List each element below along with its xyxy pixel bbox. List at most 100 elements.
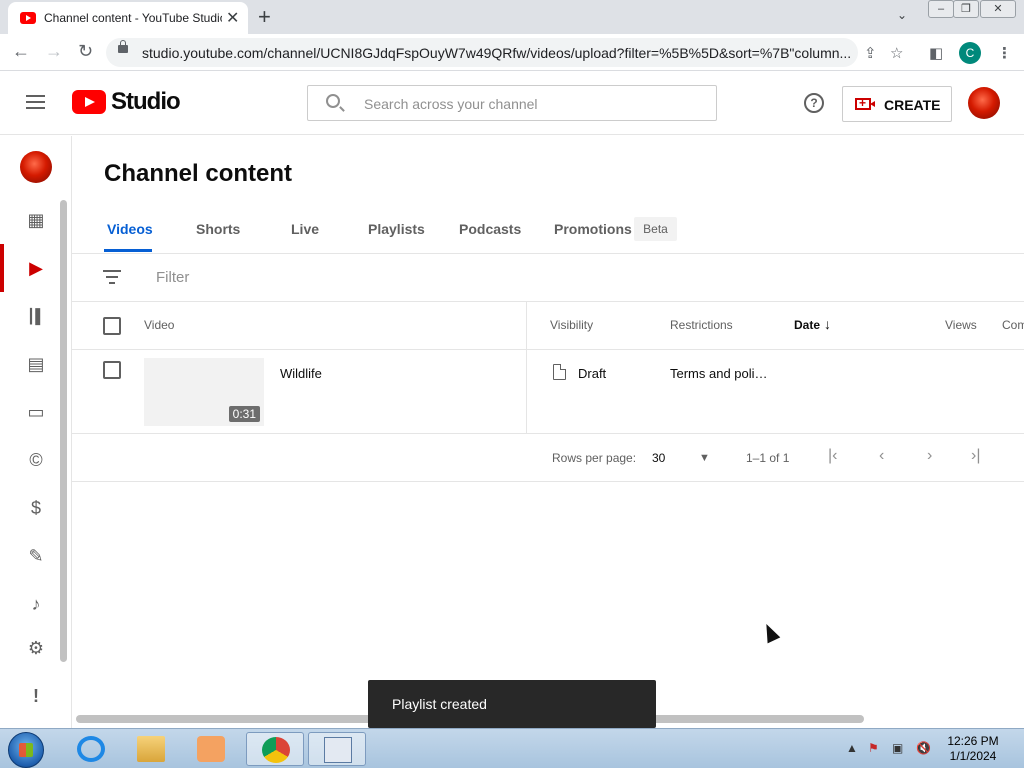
column-header-video: Video <box>144 318 175 332</box>
tab-shorts[interactable]: Shorts <box>196 221 240 237</box>
sidebar-scrollbar[interactable] <box>60 200 67 662</box>
next-page-icon[interactable]: › <box>927 447 932 465</box>
subtitles-icon: ▭ <box>27 402 45 422</box>
prev-page-icon[interactable]: ‹ <box>879 447 884 465</box>
search-icon <box>326 94 340 108</box>
rows-per-page-select[interactable]: 30 <box>652 451 665 465</box>
toast-notification: Playlist created <box>368 680 656 728</box>
help-icon[interactable]: ? <box>804 93 824 113</box>
reload-icon[interactable]: ↻ <box>78 41 93 62</box>
tab-live[interactable]: Live <box>291 221 319 237</box>
tab-podcasts[interactable]: Podcasts <box>459 221 521 237</box>
create-label: CREATE <box>884 97 941 113</box>
browser-toolbar: ← → ↻ studio.youtube.com/channel/UCNI8GJ… <box>0 34 1024 71</box>
divider <box>72 301 1024 302</box>
tab-playlists[interactable]: Playlists <box>368 221 425 237</box>
dashboard-icon: ▦ <box>27 210 45 230</box>
customization-icon: ✎ <box>28 546 44 566</box>
more-menu-icon[interactable]: ⋮ <box>997 44 1012 62</box>
chrome-icon <box>262 737 290 763</box>
back-arrow-icon[interactable]: ← <box>12 41 30 62</box>
studio-logo-text[interactable]: Studio <box>111 88 181 116</box>
content-icon: ▶ <box>29 258 43 278</box>
address-bar[interactable]: studio.youtube.com/channel/UCNI8GJdqFspO… <box>106 38 858 67</box>
video-duration: 0:31 <box>228 406 260 422</box>
side-panel-icon[interactable]: ◧ <box>929 44 943 62</box>
clock-date: 1/1/2024 <box>949 749 997 763</box>
lock-icon[interactable] <box>118 40 128 53</box>
volume-muted-icon[interactable]: 🔇 <box>916 741 931 755</box>
channel-search-input[interactable]: Search across your channel <box>307 85 717 121</box>
row-checkbox[interactable] <box>103 361 121 379</box>
column-header-visibility[interactable]: Visibility <box>550 318 593 332</box>
comments-icon: ▤ <box>27 354 45 374</box>
column-header-date[interactable]: Date <box>794 318 820 332</box>
network-icon[interactable]: ▣ <box>892 741 903 755</box>
new-tab-button[interactable]: + <box>258 4 271 30</box>
media-player-taskbar-button[interactable] <box>182 732 240 766</box>
column-header-restrictions[interactable]: Restrictions <box>670 318 733 332</box>
close-window-button[interactable]: ✕ <box>980 0 1016 18</box>
tab-search-chevron-icon[interactable]: ⌄ <box>897 8 907 22</box>
folder-icon <box>137 736 165 762</box>
start-button[interactable] <box>8 732 44 768</box>
restrictions-value[interactable]: Terms and poli… <box>670 366 768 381</box>
pagination-range: 1–1 of 1 <box>746 451 790 465</box>
filter-icon[interactable] <box>103 270 121 284</box>
column-header-views[interactable]: Views <box>945 318 977 332</box>
tab-videos[interactable]: Videos <box>107 221 153 237</box>
video-title[interactable]: Wildlife <box>280 366 322 381</box>
create-button[interactable]: CREATE <box>842 86 952 122</box>
keyboard-icon <box>324 737 352 763</box>
chrome-taskbar-button[interactable] <box>246 732 304 766</box>
sidebar-item-feedback[interactable]: ! <box>0 672 72 720</box>
divider <box>72 481 1024 482</box>
browser-tab[interactable]: Channel content - YouTube Studio ✕ <box>8 2 248 34</box>
audio-library-icon: ♪ <box>31 594 41 614</box>
active-tab-indicator <box>104 249 152 252</box>
analytics-icon: ┃▌ <box>26 308 46 324</box>
earn-icon: $ <box>30 498 41 518</box>
media-player-icon <box>197 736 225 762</box>
share-icon[interactable]: ⇪ <box>864 44 877 62</box>
youtube-logo-icon[interactable] <box>72 90 106 114</box>
column-header-comments[interactable]: Com <box>1002 318 1024 332</box>
hamburger-menu-icon[interactable] <box>26 95 45 109</box>
restore-button[interactable]: ❐ <box>953 0 979 18</box>
url-text[interactable]: studio.youtube.com/channel/UCNI8GJdqFspO… <box>142 45 852 61</box>
browser-tab-strip: Channel content - YouTube Studio ✕ + ⌄ –… <box>0 0 1024 34</box>
page-title: Channel content <box>104 160 293 187</box>
keyboard-app-taskbar-button[interactable] <box>308 732 366 766</box>
tab-promotions[interactable]: Promotions <box>554 221 632 237</box>
channel-avatar[interactable] <box>20 151 52 183</box>
toast-message: Playlist created <box>392 696 487 712</box>
system-clock[interactable]: 12:26 PM 1/1/2024 <box>944 734 1002 764</box>
filter-input[interactable]: Filter <box>156 269 189 286</box>
action-center-icon[interactable]: ⚑ <box>868 741 879 755</box>
minimize-button[interactable]: – <box>928 0 954 18</box>
video-thumbnail[interactable]: 0:31 <box>144 358 264 426</box>
visibility-value[interactable]: Draft <box>578 366 606 381</box>
studio-header: Studio Search across your channel ? CREA… <box>0 71 1024 135</box>
account-avatar[interactable] <box>968 87 1000 119</box>
file-explorer-taskbar-button[interactable] <box>122 732 180 766</box>
first-page-icon[interactable]: |‹ <box>828 447 837 465</box>
divider <box>72 253 1024 254</box>
studio-sidebar: ▦ ▶ ┃▌ ▤ ▭ © $ ✎ ♪ ⚙ ! <box>0 136 72 728</box>
internet-explorer-taskbar-button[interactable] <box>62 732 120 766</box>
mouse-cursor-icon <box>760 621 781 644</box>
tab-close-icon[interactable]: ✕ <box>226 8 239 28</box>
bookmark-star-icon[interactable]: ☆ <box>890 44 903 62</box>
browser-profile-avatar[interactable]: C <box>959 42 981 64</box>
settings-icon: ⚙ <box>27 638 45 658</box>
copyright-icon: © <box>29 450 43 470</box>
select-all-checkbox[interactable] <box>103 317 121 335</box>
sort-down-arrow-icon[interactable]: ↓ <box>824 316 831 332</box>
dropdown-arrow-icon[interactable]: ▼ <box>699 452 710 464</box>
forward-arrow-icon[interactable]: → <box>45 41 63 62</box>
tray-expand-icon[interactable]: ▲ <box>846 741 858 755</box>
clock-time: 12:26 PM <box>947 734 999 748</box>
last-page-icon[interactable]: ›| <box>971 447 980 465</box>
divider <box>72 349 1024 350</box>
youtube-favicon-icon <box>20 12 36 24</box>
